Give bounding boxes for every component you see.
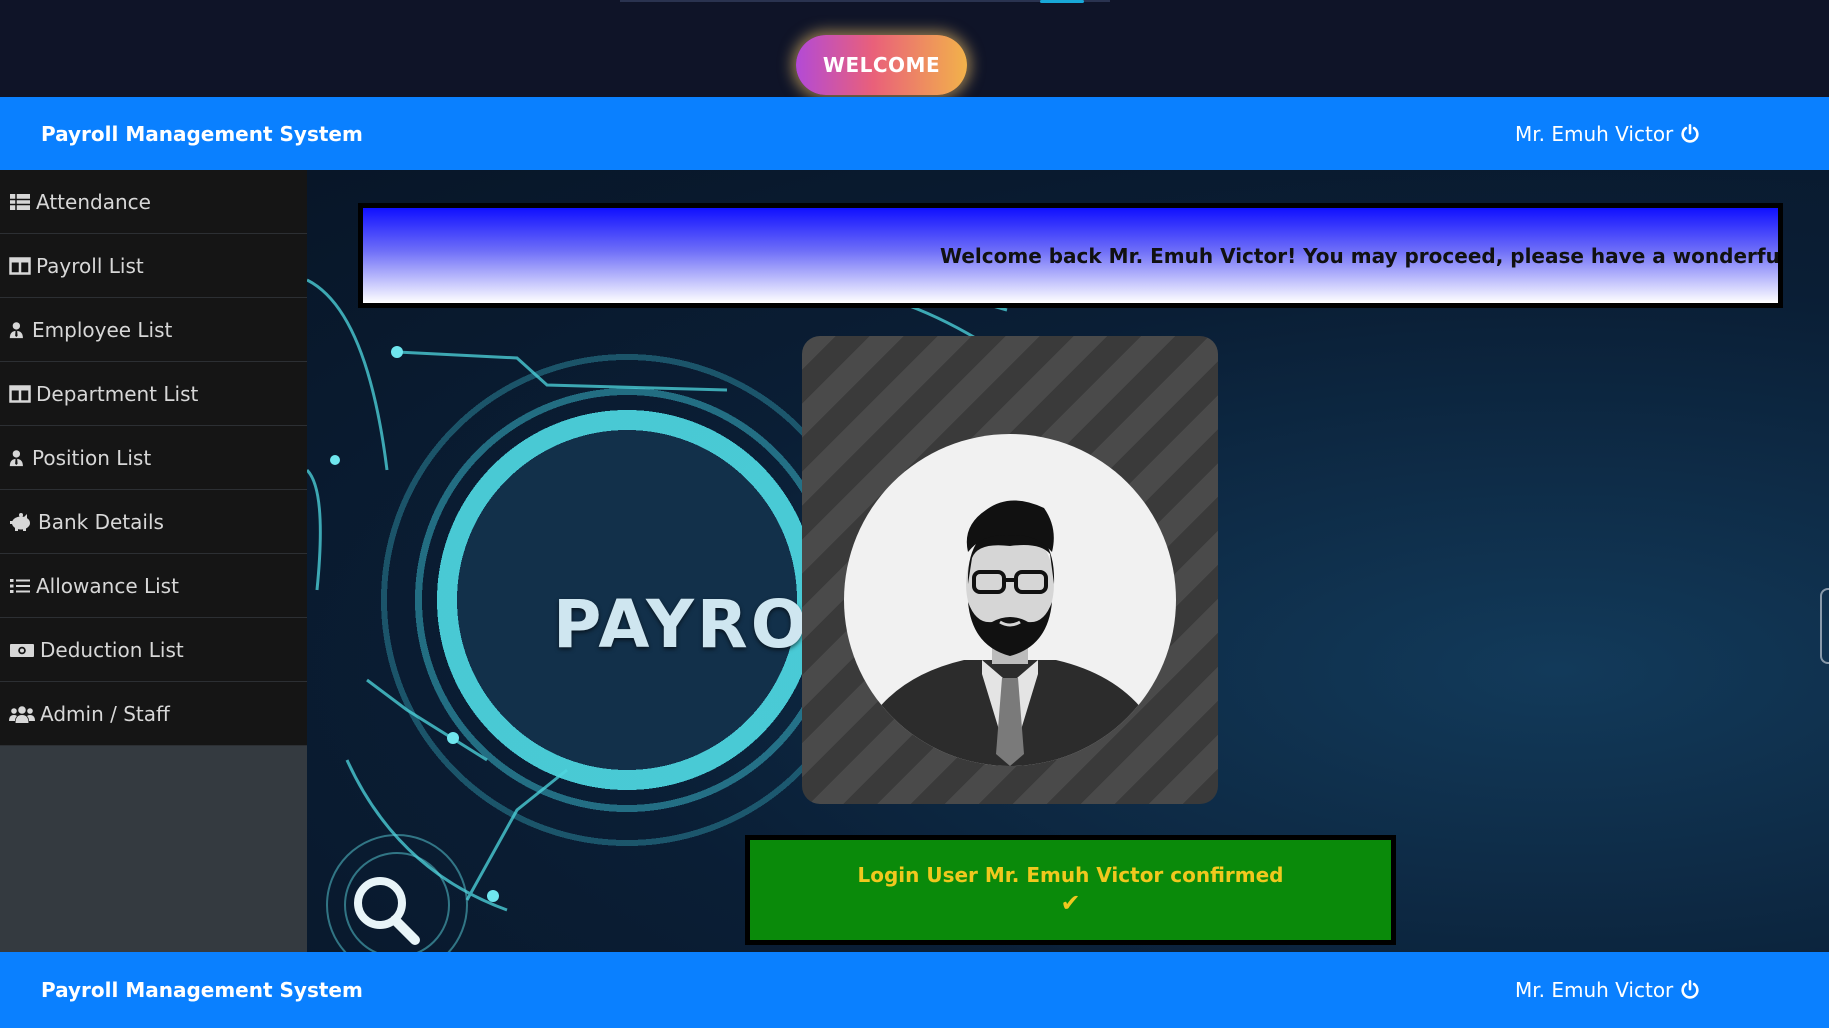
top-accent — [1040, 0, 1084, 3]
sidebar-item-label: Payroll List — [36, 253, 144, 278]
sidebar-item-allowance-list[interactable]: Allowance List — [0, 554, 307, 618]
sidebar-item-label: Bank Details — [38, 509, 164, 534]
sidebar-item-deduction-list[interactable]: Deduction List — [0, 618, 307, 682]
profile-card — [802, 336, 1218, 804]
sidebar-item-label: Attendance — [36, 189, 151, 214]
power-icon[interactable] — [1679, 979, 1701, 1001]
footer-navbar: Payroll Management System Mr. Emuh Victo… — [0, 952, 1829, 1028]
footer-brand-title[interactable]: Payroll Management System — [41, 952, 363, 1028]
top-navbar: Payroll Management System Mr. Emuh Victo… — [0, 97, 1829, 170]
welcome-marquee: Welcome back Mr. Emuh Victor! You may pr… — [358, 203, 1783, 308]
brand-title[interactable]: Payroll Management System — [41, 97, 363, 170]
sidebar-item-payroll-list[interactable]: Payroll List — [0, 234, 307, 298]
money-bill-icon — [10, 643, 34, 657]
sidebar-item-label: Employee List — [32, 317, 173, 342]
power-icon[interactable] — [1679, 123, 1701, 145]
users-icon — [9, 705, 35, 723]
user-menu[interactable]: Mr. Emuh Victor — [1515, 97, 1701, 170]
sidebar-item-label: Department List — [36, 381, 199, 406]
magnifier-icon — [354, 877, 420, 945]
sidebar-item-label: Position List — [32, 445, 152, 470]
piggy-bank-icon — [10, 512, 30, 531]
footer-user-menu[interactable]: Mr. Emuh Victor — [1515, 952, 1701, 1028]
sidebar-item-department-list[interactable]: Department List — [0, 362, 307, 426]
footer-user-name: Mr. Emuh Victor — [1515, 978, 1674, 1002]
user-name: Mr. Emuh Victor — [1515, 121, 1674, 146]
welcome-button[interactable]: WELCOME — [796, 35, 967, 95]
sidebar-item-label: Deduction List — [40, 637, 184, 662]
sidebar-item-bank-details[interactable]: Bank Details — [0, 490, 307, 554]
user-tie-icon — [9, 449, 23, 466]
columns-icon — [9, 384, 31, 403]
main-content: PAYROL Welcome back Mr. Emuh Victor! You… — [307, 170, 1829, 952]
sidebar-item-label: Admin / Staff — [40, 701, 170, 726]
sidebar-item-position-list[interactable]: Position List — [0, 426, 307, 490]
sidebar-item-employee-list[interactable]: Employee List — [0, 298, 307, 362]
sidebar-item-attendance[interactable]: Attendance — [0, 170, 307, 234]
avatar — [844, 434, 1176, 766]
columns-icon — [9, 256, 31, 275]
check-icon: ✔ — [1060, 889, 1081, 917]
sidebar-item-label: Allowance List — [36, 573, 179, 598]
top-divider — [620, 0, 1110, 2]
avatar-illustration — [874, 500, 1146, 766]
sidebar: Attendance Payroll List Employee List De… — [0, 170, 307, 952]
table-icon — [10, 193, 30, 210]
marquee-text: Welcome back Mr. Emuh Victor! You may pr… — [940, 243, 1783, 268]
user-tie-icon — [9, 321, 23, 338]
sidebar-menu: Attendance Payroll List Employee List De… — [0, 170, 307, 746]
scrollbar-handle[interactable] — [1820, 588, 1829, 664]
list-icon — [10, 578, 30, 593]
confirmation-message: Login User Mr. Emuh Victor confirmed — [857, 863, 1284, 887]
sidebar-item-admin-staff[interactable]: Admin / Staff — [0, 682, 307, 746]
login-confirmation: Login User Mr. Emuh Victor confirmed ✔ — [745, 835, 1396, 945]
